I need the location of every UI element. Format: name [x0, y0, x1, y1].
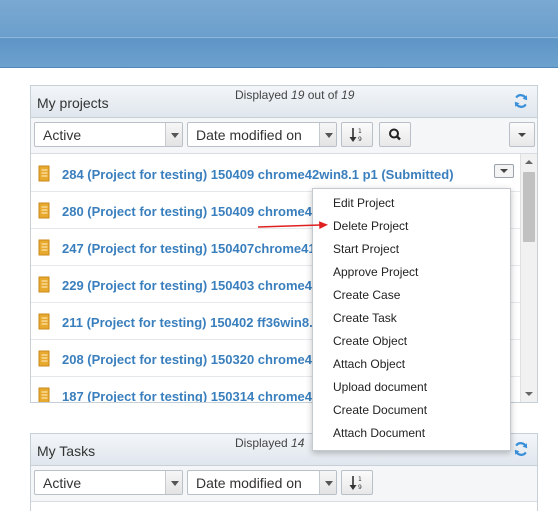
search-button[interactable]	[379, 122, 411, 147]
menu-item-create-case[interactable]: Create Case	[333, 288, 400, 302]
tasks-panel-title: My Tasks	[37, 443, 96, 459]
projects-status-filter[interactable]: Active	[34, 122, 183, 147]
projects-toolbar: Active Date modified on 1 9	[31, 118, 537, 154]
panel-options-button[interactable]	[509, 122, 535, 147]
sort-order-icon: 1 9	[349, 476, 362, 491]
refresh-icon[interactable]	[513, 93, 529, 109]
scroll-up-icon[interactable]	[521, 154, 537, 170]
project-document-icon	[38, 350, 50, 367]
project-title-link[interactable]: 211 (Project for testing) 150402 ff36win…	[62, 315, 320, 330]
project-document-icon	[38, 202, 50, 219]
sort-select-value: Date modified on	[196, 475, 302, 491]
refresh-icon[interactable]	[513, 441, 529, 457]
sort-order-button[interactable]: 1 9	[341, 470, 373, 495]
project-document-icon	[38, 387, 50, 402]
status-filter-value: Active	[43, 127, 82, 143]
svg-text:9: 9	[358, 484, 362, 491]
scroll-down-icon[interactable]	[521, 386, 537, 402]
sort-order-button[interactable]: 1 9	[341, 122, 373, 147]
svg-text:9: 9	[358, 136, 362, 143]
top-banner	[0, 0, 558, 68]
sort-order-icon: 1 9	[349, 128, 362, 143]
tasks-toolbar: Active Date modified on 1 9	[31, 466, 537, 502]
row-menu-button[interactable]	[494, 164, 514, 178]
projects-panel-title: My projects	[37, 95, 109, 111]
scroll-thumb[interactable]	[523, 172, 535, 242]
search-icon	[389, 128, 401, 141]
menu-item-edit-project[interactable]: Edit Project	[333, 196, 394, 210]
menu-item-attach-document[interactable]: Attach Document	[333, 426, 425, 440]
chevron-down-icon	[518, 133, 526, 137]
project-document-icon	[38, 313, 50, 330]
menu-item-upload-document[interactable]: Upload document	[333, 380, 427, 394]
tasks-displayed-count: Displayed 14	[235, 436, 305, 450]
tasks-status-filter[interactable]: Active	[34, 470, 183, 495]
status-filter-value: Active	[43, 475, 82, 491]
project-document-icon	[38, 276, 50, 293]
menu-item-attach-object[interactable]: Attach Object	[333, 357, 405, 371]
menu-item-create-task[interactable]: Create Task	[333, 311, 397, 325]
svg-text:1: 1	[358, 128, 362, 135]
annotation-arrow-icon	[257, 221, 328, 229]
project-context-menu: Edit Project Delete Project Start Projec…	[312, 188, 511, 451]
chevron-down-icon	[165, 123, 182, 146]
project-title-link[interactable]: 284 (Project for testing) 150409 chrome4…	[62, 167, 454, 182]
chevron-down-icon	[319, 123, 336, 146]
project-document-icon	[38, 239, 50, 256]
menu-item-create-object[interactable]: Create Object	[333, 334, 407, 348]
chevron-down-icon	[165, 471, 182, 494]
chevron-down-icon	[319, 471, 336, 494]
projects-scrollbar[interactable]	[520, 154, 537, 402]
projects-panel-header: My projects Displayed 19 out of 19	[31, 86, 537, 118]
menu-item-start-project[interactable]: Start Project	[333, 242, 399, 256]
sort-select-value: Date modified on	[196, 127, 302, 143]
projects-displayed-count: Displayed 19 out of 19	[235, 88, 355, 102]
svg-text:1: 1	[358, 476, 362, 483]
menu-item-create-document[interactable]: Create Document	[333, 403, 427, 417]
project-document-icon	[38, 165, 50, 182]
menu-item-delete-project[interactable]: Delete Project	[333, 219, 408, 233]
projects-sort-select[interactable]: Date modified on	[187, 122, 337, 147]
menu-item-approve-project[interactable]: Approve Project	[333, 265, 418, 279]
tasks-sort-select[interactable]: Date modified on	[187, 470, 337, 495]
project-row[interactable]: 284 (Project for testing) 150409 chrome4…	[31, 155, 521, 192]
